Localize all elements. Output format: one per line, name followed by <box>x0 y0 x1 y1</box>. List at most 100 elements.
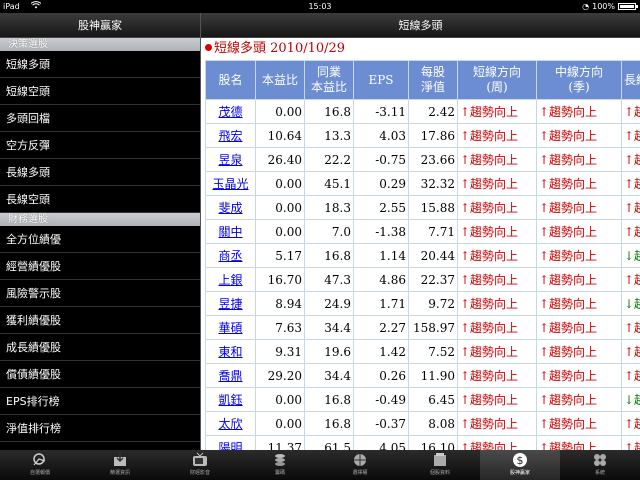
tab-item[interactable]: 籌碼 <box>240 450 320 480</box>
column-header-text: 中線方向 <box>554 65 603 79</box>
table-cell: -1.38 <box>354 220 408 243</box>
list-title-text: 短線多頭 2010/10/29 <box>214 41 346 56</box>
menu-item[interactable]: 短線空頭 <box>0 78 200 105</box>
trend-cell: ↑趨勢向上 <box>458 100 536 123</box>
tab-item[interactable]: 系統 <box>560 450 640 480</box>
column-header-text: 本益比 <box>310 80 347 94</box>
table-cell: 7.63 <box>256 316 304 339</box>
table-cell: 0.00 <box>256 100 304 123</box>
table-cell: 34.4 <box>305 364 353 387</box>
tab-item[interactable]: 財經影音 <box>160 450 240 480</box>
tab-item[interactable]: 選擇權 <box>320 450 400 480</box>
table-cell: 1.42 <box>354 340 408 363</box>
inbox-icon <box>114 453 126 466</box>
battery-percent: 100% <box>592 2 615 11</box>
tab-item[interactable]: 精選資訊 <box>80 450 160 480</box>
menu-item[interactable]: EPS排行榜 <box>0 388 200 415</box>
stock-name-link[interactable]: 昱泉 <box>206 148 255 171</box>
stock-name-link[interactable]: 斐成 <box>206 196 255 219</box>
menu-item[interactable]: 風險警示股 <box>0 280 200 307</box>
column-header[interactable]: 同業 本益比 <box>305 61 353 99</box>
stock-name-link[interactable]: 華碩 <box>206 316 255 339</box>
table-cell: 0.00 <box>256 388 304 411</box>
table-cell: 61.5 <box>305 436 353 450</box>
menu-item[interactable]: 長線空頭 <box>0 186 200 213</box>
trend-cell: ↑趨勢向上 <box>458 436 536 450</box>
table-cell: 22.37 <box>409 268 457 291</box>
menu-item[interactable]: 獲利績優股 <box>0 307 200 334</box>
table-cell: 34.4 <box>305 316 353 339</box>
table-cell: 18.3 <box>305 196 353 219</box>
table-cell: 17.86 <box>409 124 457 147</box>
column-header-text: EPS <box>368 72 394 87</box>
settings-icon <box>600 460 606 466</box>
stock-name-link[interactable]: 喬鼎 <box>206 364 255 387</box>
column-header[interactable]: 每股 淨值 <box>409 61 457 99</box>
quote-icon <box>33 453 46 466</box>
column-header[interactable]: 本益比 <box>256 61 304 99</box>
column-header[interactable]: 短線方向 (周) <box>458 61 536 99</box>
trend-cell: ↑趨勢 <box>622 196 640 219</box>
tab-item[interactable]: 自選報價 <box>0 450 80 480</box>
table-cell: 47.3 <box>305 268 353 291</box>
table-cell: 2.55 <box>354 196 408 219</box>
column-header[interactable]: 股名 <box>206 61 255 99</box>
menu-item[interactable]: 多頭回檔 <box>0 105 200 132</box>
trend-cell: ↑趨勢向上 <box>537 100 621 123</box>
menu-item[interactable]: 成長績優股 <box>0 334 200 361</box>
table-cell: 16.8 <box>305 100 353 123</box>
stock-name-link[interactable]: 昱捷 <box>206 292 255 315</box>
table-cell: 4.86 <box>354 268 408 291</box>
column-header[interactable]: 中線方向 (季) <box>537 61 621 99</box>
trend-cell: ↑趨勢向上 <box>537 388 621 411</box>
trend-cell: ↑趨勢向上 <box>537 412 621 435</box>
menu-item[interactable]: 空方反彈 <box>0 132 200 159</box>
table-cell: 19.6 <box>305 340 353 363</box>
table-row: 華碩7.6334.42.27158.97↑趨勢向上↑趨勢向上↑趨勢 <box>206 316 640 339</box>
right-panel: 短線多頭 短線多頭 2010/10/29 股名 本益比 同業 本益比 EPS 每股 淨值 短線… <box>201 13 640 450</box>
menu-item[interactable]: 短線多頭 <box>0 51 200 78</box>
table-row: 喬鼎29.2034.40.2611.90↑趨勢向上↑趨勢向上↑趨勢 <box>206 364 640 387</box>
table-cell: 16.10 <box>409 436 457 450</box>
stock-name-link[interactable]: 東和 <box>206 340 255 363</box>
menu-item[interactable]: 長線多頭 <box>0 159 200 186</box>
trend-cell: ↑趨勢向上 <box>537 124 621 147</box>
table-row: 太欣0.0016.8-0.378.08↑趨勢向上↑趨勢向上↑趨勢 <box>206 412 640 435</box>
stock-name-link[interactable]: 太欣 <box>206 412 255 435</box>
menu-item[interactable]: 償債績優股 <box>0 361 200 388</box>
trend-cell: ↑趨勢向上 <box>458 412 536 435</box>
stock-name-link[interactable]: 上銀 <box>206 268 255 291</box>
trend-cell: ↑趨勢 <box>622 172 640 195</box>
column-header[interactable]: EPS <box>354 61 408 99</box>
right-panel-title: 短線多頭 <box>201 13 640 38</box>
column-header-text: 每股 <box>420 65 445 79</box>
menu-item[interactable]: 淨值排行榜 <box>0 415 200 442</box>
column-header[interactable]: 長線 <box>622 61 640 99</box>
trend-cell: ↓趨勢 <box>622 388 640 411</box>
menu-item[interactable]: 經營績優股 <box>0 253 200 280</box>
column-header-text: 短線方向 <box>472 65 521 79</box>
table-row: 凱鈺0.0016.8-0.496.45↑趨勢向上↑趨勢向上↓趨勢 <box>206 388 640 411</box>
table-cell: 15.88 <box>409 196 457 219</box>
table-cell: 0.00 <box>256 412 304 435</box>
settings-icon <box>600 454 606 460</box>
table-cell: 2.27 <box>354 316 408 339</box>
stock-name-link[interactable]: 陽明 <box>206 436 255 450</box>
table-cell: 13.3 <box>305 124 353 147</box>
table-row: 茂德0.0016.8-3.112.42↑趨勢向上↑趨勢向上↑趨勢 <box>206 100 640 123</box>
stock-name-link[interactable]: 茂德 <box>206 100 255 123</box>
stock-name-link[interactable]: 飛宏 <box>206 124 255 147</box>
trend-cell: ↑趨勢 <box>622 100 640 123</box>
stock-name-link[interactable]: 玉晶光 <box>206 172 255 195</box>
menu-item[interactable]: 全方位績優 <box>0 226 200 253</box>
tab-item[interactable]: $ 股神贏家 <box>480 450 560 480</box>
stock-name-link[interactable]: 關中 <box>206 220 255 243</box>
tab-item[interactable]: 個股資料 <box>400 450 480 480</box>
column-header-text: 淨值 <box>420 80 445 94</box>
stock-name-link[interactable]: 凱鈺 <box>206 388 255 411</box>
trend-cell: ↑趨勢向上 <box>458 172 536 195</box>
table-cell: 158.97 <box>409 316 457 339</box>
column-header-text: 本益比 <box>261 72 298 87</box>
stock-name-link[interactable]: 商丞 <box>206 244 255 267</box>
table-cell: 9.31 <box>256 340 304 363</box>
